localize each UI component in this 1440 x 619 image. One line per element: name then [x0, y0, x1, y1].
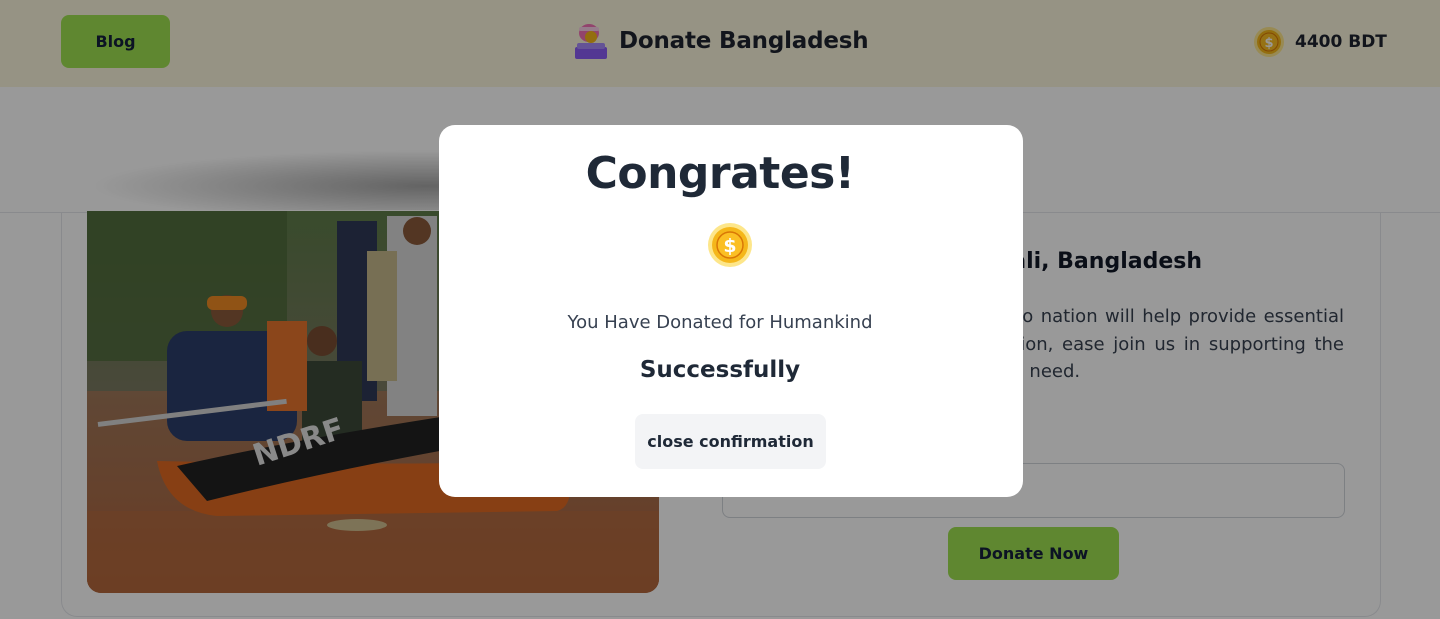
- modal-status: Successfully: [639, 357, 801, 383]
- modal-message: You Have Donated for Humankind: [567, 312, 873, 333]
- close-confirmation-button[interactable]: close confirmation: [635, 414, 826, 469]
- svg-text:$: $: [723, 235, 736, 257]
- coin-icon: $: [707, 222, 753, 268]
- modal-title: Congrates!: [585, 148, 855, 199]
